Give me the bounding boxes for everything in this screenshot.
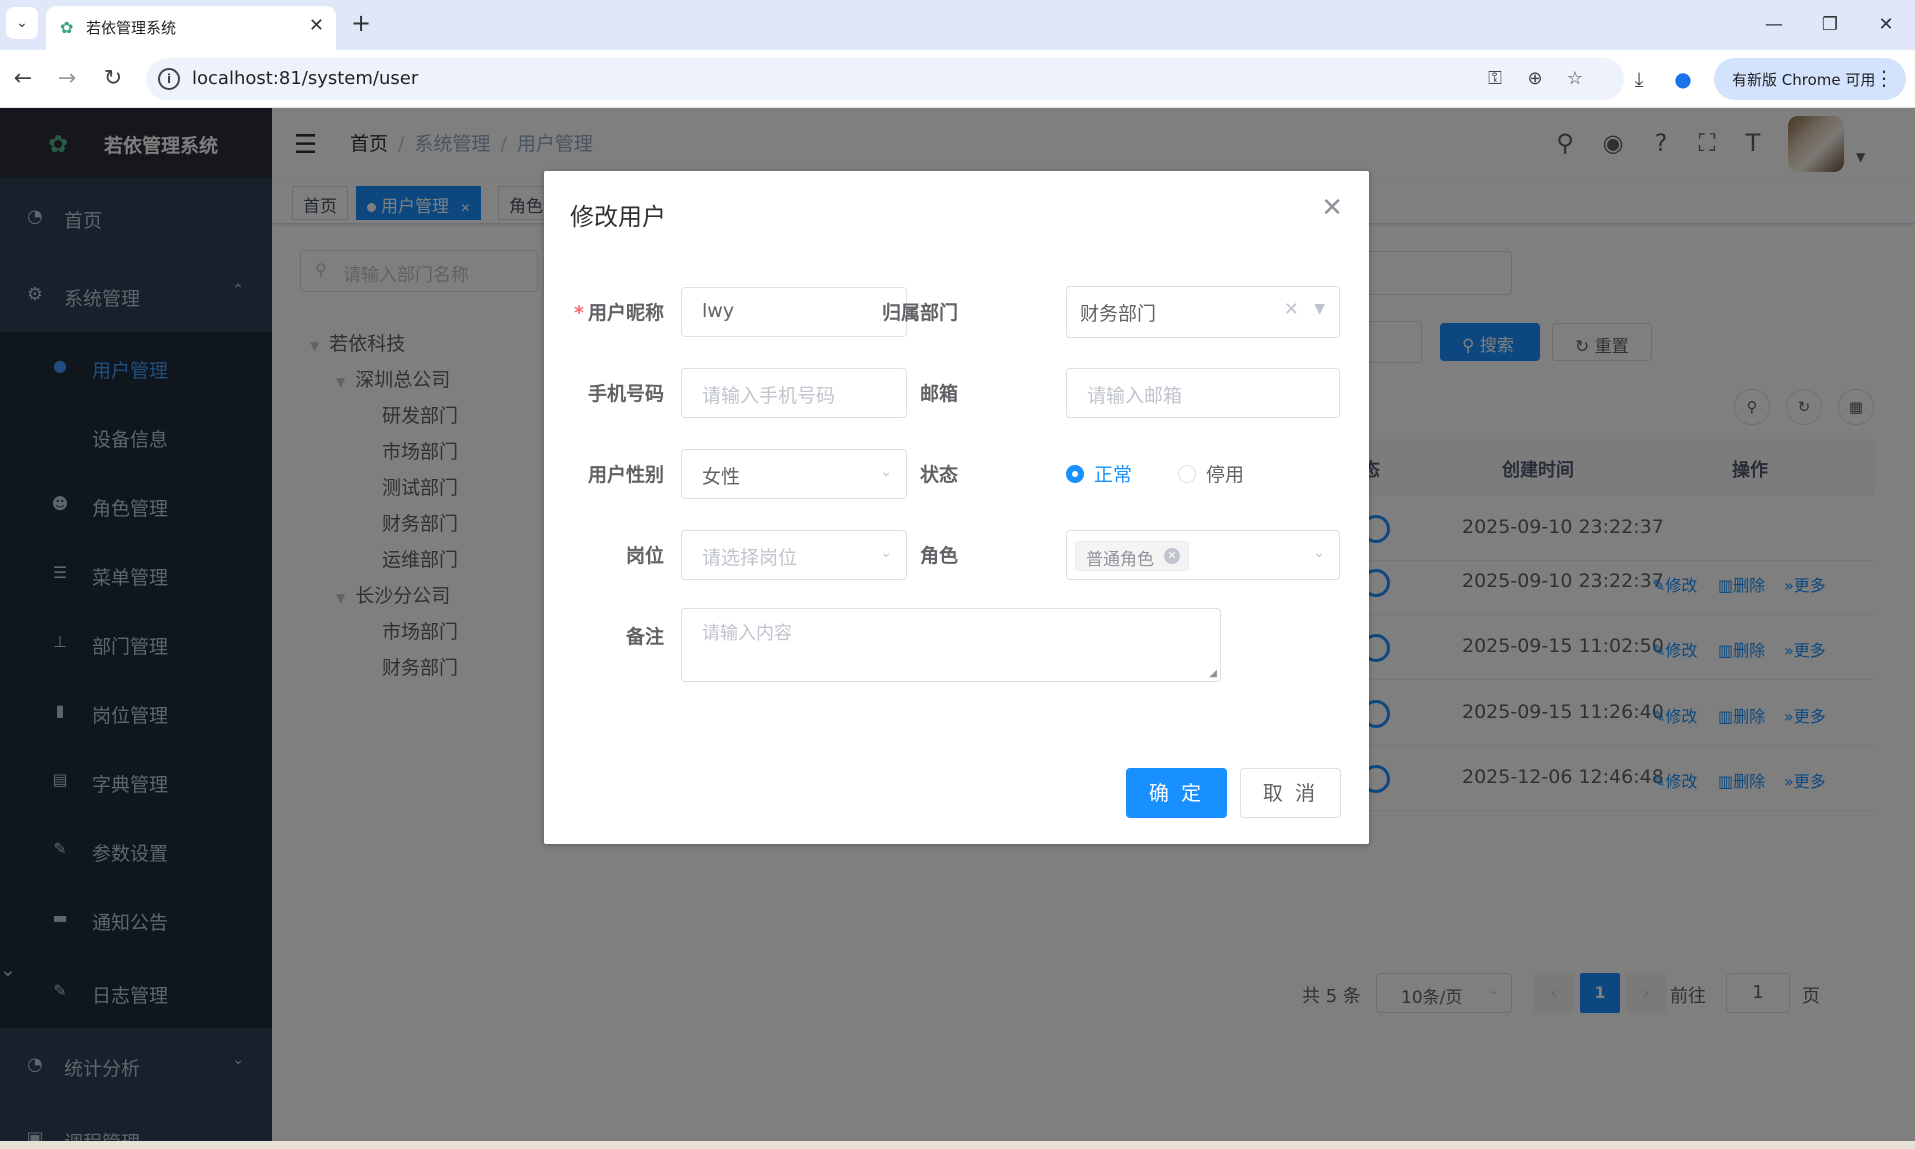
status-label: 状态 — [919, 464, 958, 486]
remark-textarea[interactable]: 请输入内容 ◢ — [681, 608, 1221, 682]
dept-treeselect[interactable]: 财务部门 ✕ ▼ — [1066, 286, 1340, 338]
gender-value: 女性 — [702, 466, 741, 488]
status-radio-disabled[interactable]: 停用 — [1178, 460, 1244, 487]
tab-close-icon[interactable]: ✕ — [309, 15, 324, 36]
browser-tab[interactable]: ✿ 若依管理系统 ✕ — [46, 6, 336, 50]
address-bar[interactable]: i localhost:81/system/user ⚿ ⊕ ☆ — [146, 58, 1624, 100]
cancel-button[interactable]: 取 消 — [1240, 768, 1341, 818]
role-chip-label: 普通角色 — [1086, 550, 1154, 570]
role-select[interactable]: 普通角色 ✕ ⌄ — [1066, 530, 1340, 580]
gender-label: 用户性别 — [587, 464, 664, 486]
profile-icon[interactable]: ● — [1668, 64, 1698, 94]
chevron-down-icon: ⌄ — [1313, 545, 1325, 561]
phone-placeholder: 请输入手机号码 — [702, 385, 836, 407]
post-placeholder: 请选择岗位 — [702, 547, 798, 569]
url-text[interactable]: localhost:81/system/user — [192, 68, 418, 89]
window-close-icon[interactable]: ✕ — [1866, 10, 1906, 40]
reload-icon[interactable]: ↻ — [98, 64, 128, 94]
taskbar-strip — [0, 1141, 1915, 1149]
radio-dot-icon — [1066, 465, 1084, 483]
password-key-icon[interactable]: ⚿ — [1482, 66, 1508, 92]
new-tab-plus-icon[interactable]: + — [346, 8, 376, 38]
radio-label: 正常 — [1094, 464, 1133, 486]
email-input[interactable]: 请输入邮箱 — [1066, 368, 1340, 418]
resize-handle-icon[interactable]: ◢ — [1209, 668, 1217, 679]
radio-dot-icon — [1178, 465, 1196, 483]
email-label: 邮箱 — [919, 383, 958, 405]
close-icon[interactable]: ✕ — [1321, 195, 1343, 221]
status-radio-normal[interactable]: 正常 — [1066, 460, 1132, 487]
nickname-value: lwy — [702, 300, 735, 322]
dept-value: 财务部门 — [1080, 303, 1157, 325]
dialog-title: 修改用户 — [570, 203, 666, 231]
browser-tab-title: 若依管理系统 — [86, 19, 177, 37]
ruoyi-favicon-icon: ✿ — [60, 18, 74, 37]
bookmark-star-icon[interactable]: ☆ — [1562, 66, 1588, 92]
chrome-update-label: 有新版 Chrome 可用 — [1732, 71, 1876, 89]
back-arrow-icon[interactable]: ← — [8, 64, 38, 94]
site-info-icon[interactable]: i — [158, 68, 180, 90]
post-label: 岗位 — [625, 545, 664, 567]
dept-label: 归属部门 — [881, 302, 958, 324]
remark-placeholder: 请输入内容 — [702, 623, 792, 644]
role-label: 角色 — [919, 545, 958, 567]
edit-user-dialog: 修改用户 ✕ * 用户昵称 lwy 归属部门 财务部门 ✕ ▼ 手机号码 请输入手… — [544, 171, 1369, 844]
chrome-update-button[interactable]: 有新版 Chrome 可用 ⋮ — [1714, 58, 1906, 100]
download-icon[interactable]: ⤓ — [1624, 64, 1654, 94]
caret-down-icon[interactable]: ▼ — [1314, 301, 1325, 317]
restore-icon[interactable]: ❐ — [1810, 10, 1850, 40]
role-chip: 普通角色 ✕ — [1075, 541, 1189, 571]
nickname-label: * 用户昵称 — [574, 302, 664, 324]
tab-search-chevron-icon[interactable]: ⌄ — [6, 7, 38, 39]
remark-label: 备注 — [625, 626, 664, 648]
browser-toolbar: ← → ↻ i localhost:81/system/user ⚿ ⊕ ☆ ⤓… — [0, 50, 1915, 108]
confirm-button[interactable]: 确 定 — [1126, 768, 1227, 818]
radio-label: 停用 — [1206, 464, 1245, 486]
minimize-icon[interactable]: — — [1754, 10, 1794, 40]
zoom-icon[interactable]: ⊕ — [1522, 66, 1548, 92]
forward-arrow-icon[interactable]: → — [52, 64, 82, 94]
email-placeholder: 请输入邮箱 — [1087, 385, 1183, 407]
phone-label: 手机号码 — [587, 383, 664, 405]
more-menu-icon[interactable]: ⋮ — [1874, 66, 1894, 90]
browser-tab-strip: ⌄ ✿ 若依管理系统 ✕ + — ❐ ✕ — [0, 0, 1915, 50]
clear-icon[interactable]: ✕ — [1284, 299, 1299, 320]
chip-close-icon[interactable]: ✕ — [1164, 548, 1180, 564]
